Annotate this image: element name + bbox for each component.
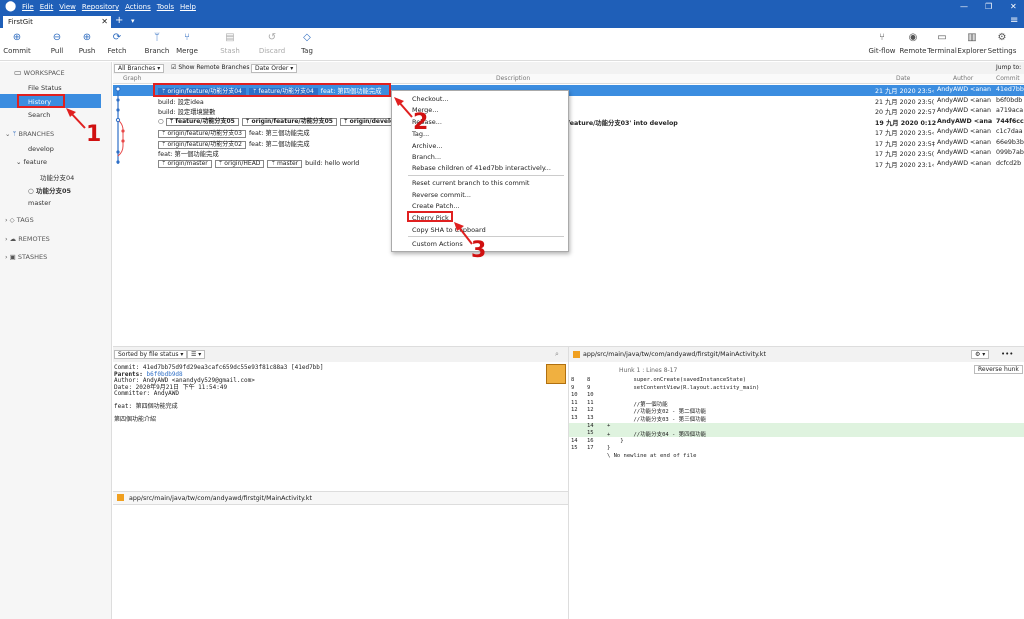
diff-line-text: } xyxy=(607,437,624,444)
new-line-number: 9 xyxy=(587,384,591,391)
diff-settings-gear-icon[interactable]: ⚙ ▾ xyxy=(971,350,990,359)
diff-line: 12 12 //功能分支02 - 第二個功能 xyxy=(569,407,1024,415)
commit-message: feat: 第四個功能完成 xyxy=(114,402,178,410)
annotation-3: 3 xyxy=(471,238,487,263)
file-list: app/src/main/java/tw/com/andyawd/firstgi… xyxy=(113,491,568,505)
diff-line-text: } xyxy=(607,445,611,452)
diff-line: 11 11 //第一個功能 xyxy=(569,399,1024,408)
old-line-number: 8 xyxy=(571,377,575,383)
search-icon[interactable]: ⌕ xyxy=(555,350,559,359)
old-line-number: 10 xyxy=(571,392,578,399)
old-line-number: 13 xyxy=(571,415,578,421)
view-mode-dropdown[interactable]: ☰ ▾ xyxy=(187,350,206,359)
details-pane: Sorted by file status ▾ ☰ ▾ ⌕ Commit: 41… xyxy=(113,346,568,619)
diff-line: 10 10 xyxy=(569,392,1024,399)
sort-dropdown[interactable]: Sorted by file status ▾ xyxy=(114,350,188,359)
diff-line: 14 + xyxy=(569,422,1024,430)
hunk-header: Hunk 1 : Lines 8-17 xyxy=(619,367,678,374)
diff-line: 8 8 super.onCreate(savedInstanceState) xyxy=(569,377,1024,384)
reverse-hunk-button[interactable]: Reverse hunk xyxy=(974,365,1023,374)
new-line-number: 17 xyxy=(587,445,594,452)
new-line-number: 14 xyxy=(587,422,594,429)
commit-info: Commit: 41ed7bb75d9fd29ea3cafc659dc55e93… xyxy=(114,364,324,423)
more-options-button[interactable]: ••• xyxy=(1001,350,1013,358)
file-modified-icon xyxy=(573,351,580,358)
avatar xyxy=(546,364,566,384)
diff-line: \ No newline at end of file xyxy=(569,453,1024,460)
diff-file-path: app/src/main/java/tw/com/andyawd/firstgi… xyxy=(583,351,766,358)
new-line-number: 12 xyxy=(587,407,594,414)
old-line-number: 11 xyxy=(571,399,578,406)
new-line-number: 8 xyxy=(587,377,591,383)
annotation-1: 1 xyxy=(86,122,102,147)
diff-pane: app/src/main/java/tw/com/andyawd/firstgi… xyxy=(568,346,1024,619)
diff-line: 14 16 } xyxy=(569,438,1024,445)
new-line-number: 13 xyxy=(587,415,594,421)
diff-line: 13 13 //功能分支03 - 第三個功能 xyxy=(569,415,1024,423)
diff-line: 9 9 setContentView(R.layout.activity_main… xyxy=(569,385,1024,392)
new-line-number: 10 xyxy=(587,392,594,399)
old-line-number: 12 xyxy=(571,407,578,414)
old-line-number: 14 xyxy=(571,437,578,444)
old-line-number: 9 xyxy=(571,384,575,391)
diff-line-text: setContentView(R.layout.activity_main) xyxy=(607,384,760,391)
diff-header: app/src/main/java/tw/com/andyawd/firstgi… xyxy=(569,347,1024,362)
new-line-number: 11 xyxy=(587,399,594,406)
file-path[interactable]: app/src/main/java/tw/com/andyawd/firstgi… xyxy=(129,495,312,502)
diff-line: 15 17} xyxy=(569,445,1024,452)
commit-body: 第四個功能介紹 xyxy=(114,415,157,423)
old-line-number: 15 xyxy=(571,445,578,452)
diff-line-text: \ No newline at end of file xyxy=(607,453,697,459)
diff-line-text: + xyxy=(607,422,611,429)
annotation-2: 2 xyxy=(413,110,429,135)
diff-line-text: super.onCreate(savedInstanceState) xyxy=(607,377,747,383)
new-line-number: 15 xyxy=(587,430,594,437)
commit-committer: Committer: AndyAWD xyxy=(114,390,180,398)
details-toolbar: Sorted by file status ▾ ☰ ▾ ⌕ xyxy=(113,347,568,362)
diff-line: 15 + //功能分支04 - 第四個功能 xyxy=(569,430,1024,438)
new-line-number: 16 xyxy=(587,437,594,444)
file-modified-icon xyxy=(117,494,124,501)
annotation-arrows xyxy=(66,97,473,245)
